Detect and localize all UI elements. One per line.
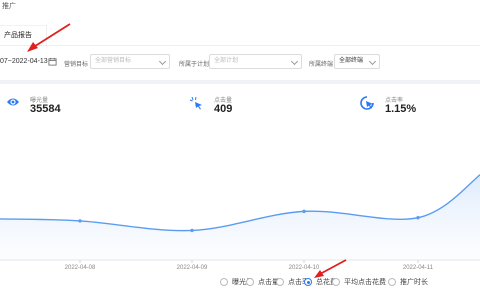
- radio-button[interactable]: [220, 278, 228, 286]
- data-point[interactable]: [78, 219, 82, 223]
- legend-label: 平均点击花费: [344, 279, 386, 286]
- campaign-filter-label: 营销目标: [64, 62, 89, 68]
- chevron-down-icon: [290, 57, 299, 66]
- annotation-arrow-icon: [314, 259, 347, 278]
- calendar-icon[interactable]: [48, 57, 57, 66]
- radio-button-selected[interactable]: [304, 278, 312, 286]
- data-point[interactable]: [302, 209, 306, 214]
- terminal-filter-label: 所属终端: [309, 62, 334, 68]
- tab-divider: [0, 45, 480, 46]
- radio-button[interactable]: [276, 278, 284, 286]
- x-axis-tick-label: 2022-04-11: [403, 265, 434, 271]
- campaign-select[interactable]: 全部营销目标: [90, 54, 170, 69]
- legend-item-clicks[interactable]: 点击量: [246, 277, 279, 287]
- trend-chart[interactable]: 2022-04-08 2022-04-09 2022-04-10 2022-04-11: [0, 84, 480, 300]
- chevron-down-icon: [158, 57, 167, 66]
- breadcrumb[interactable]: 推广: [2, 1, 16, 11]
- radio-button[interactable]: [246, 278, 254, 286]
- plan-filter-label: 所属于计划: [179, 62, 210, 68]
- legend-item-duration[interactable]: 推广时长: [388, 277, 428, 287]
- x-axis-tick-label: 2022-04-08: [65, 265, 96, 271]
- terminal-select[interactable]: 全部终端: [334, 54, 380, 69]
- campaign-select-placeholder: 全部营销目标: [95, 58, 132, 64]
- annotation-arrow-icon: [27, 23, 71, 52]
- terminal-select-value: 全部终端: [339, 58, 364, 64]
- filter-panel: 推广 产品报告 07~2022-04-13 营销目标 全部营销目标 所属于计划 …: [0, 0, 480, 80]
- data-point[interactable]: [416, 216, 420, 220]
- radio-button[interactable]: [388, 278, 396, 286]
- data-point[interactable]: [190, 228, 194, 233]
- date-range-input[interactable]: 07~2022-04-13: [0, 58, 48, 65]
- chart-area: [0, 174, 480, 260]
- plan-select[interactable]: 全部计划: [209, 54, 302, 69]
- x-axis-tick-label: 2022-04-09: [177, 265, 208, 271]
- chevron-down-icon: [368, 57, 377, 66]
- legend-label: 推广时长: [400, 279, 428, 286]
- plan-select-placeholder: 全部计划: [214, 58, 239, 64]
